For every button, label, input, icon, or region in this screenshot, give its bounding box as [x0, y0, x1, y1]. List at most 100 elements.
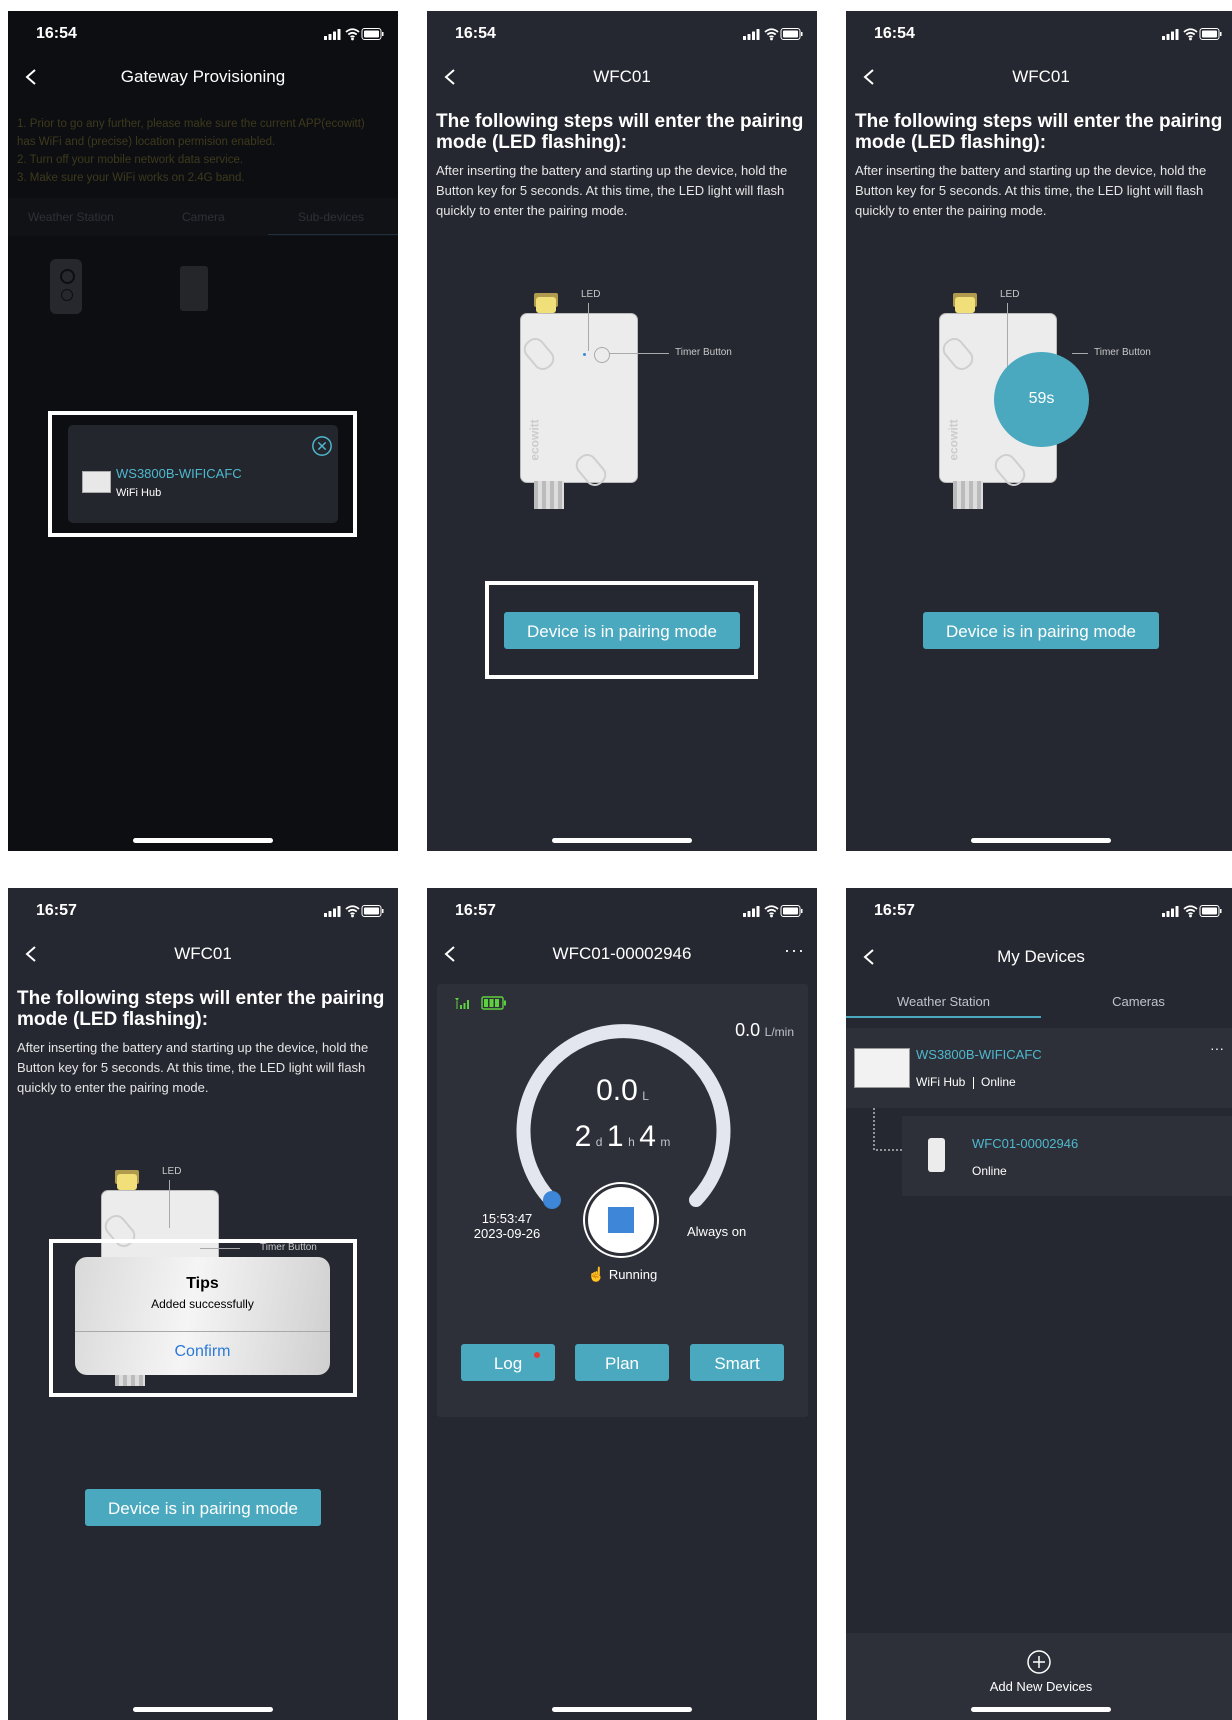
- status-bar: 16:54: [846, 11, 1232, 55]
- home-indicator: [971, 838, 1111, 843]
- led-leader-line: [588, 303, 589, 351]
- page-title: Gateway Provisioning: [120, 67, 286, 86]
- page-title: My Devices: [997, 947, 1085, 966]
- nav-bar: My Devices: [846, 932, 1232, 976]
- device-brand-text: ecowitt: [946, 419, 961, 461]
- provisioning-tips: 1. Prior to go any further, please make …: [17, 115, 390, 187]
- found-device-popup[interactable]: WS3800B-WIFICAFC WiFi Hub: [68, 425, 338, 523]
- status-time: 16:57: [455, 902, 496, 919]
- nav-bar: WFC01: [846, 55, 1232, 99]
- device-category-tabs: Weather Station Camera Sub-devices: [8, 198, 398, 236]
- status-text: Running: [608, 1267, 658, 1282]
- tip-line: has WiFi and (precise) location permisio…: [17, 136, 276, 148]
- plan-button[interactable]: Plan: [575, 1344, 669, 1381]
- timer-leader-line: [609, 353, 669, 354]
- home-indicator: [971, 1707, 1111, 1712]
- hub-device-row[interactable]: WS3800B-WIFICAFC WiFi Hub Online ···: [846, 1028, 1232, 1108]
- screen-wfc01-countdown: 16:54 WFC01 The following steps will ent…: [846, 11, 1232, 851]
- status-icons: [1162, 28, 1222, 41]
- status-time: 16:54: [874, 25, 915, 42]
- tab-sub-devices[interactable]: Sub-devices: [298, 210, 364, 224]
- hub-thumbnail: [854, 1048, 910, 1088]
- device-thumb-valve[interactable]: [180, 266, 208, 311]
- pairing-mode-button[interactable]: Device is in pairing mode: [85, 1489, 321, 1526]
- dialog-divider: [75, 1331, 330, 1332]
- confirm-button[interactable]: Confirm: [75, 1343, 330, 1361]
- led-label: LED: [1000, 289, 1020, 300]
- led-leader-line: [1007, 303, 1008, 373]
- sub-device-thumbnail: [928, 1138, 945, 1172]
- duration-days-unit: d: [595, 1135, 603, 1149]
- meta-divider: [972, 1076, 974, 1089]
- status-bar: 16:54: [427, 11, 817, 55]
- duration-minutes-unit: m: [660, 1135, 671, 1149]
- screen-wfc01-pairing: 16:54 WFC01 The following steps will ent…: [427, 11, 817, 851]
- page-title: WFC01-00002946: [552, 944, 692, 963]
- duration-minutes: 4: [639, 1120, 656, 1153]
- more-menu-button[interactable]: ···: [784, 940, 805, 961]
- status-icons: [1162, 905, 1222, 918]
- status-bar: 16:57: [427, 888, 817, 932]
- duration-hours: 1: [606, 1120, 624, 1153]
- home-indicator: [133, 1707, 273, 1712]
- page-title: WFC01: [593, 67, 651, 86]
- log-button[interactable]: Log: [461, 1344, 555, 1381]
- popup-device-type: WiFi Hub: [116, 487, 162, 499]
- pairing-heading: The following steps will enter the pairi…: [17, 988, 385, 1030]
- status-bar: 16:57: [8, 888, 398, 932]
- tab-camera[interactable]: Camera: [182, 210, 225, 224]
- status-time: 16:54: [455, 25, 496, 42]
- tips-dialog: Tips Added successfully Confirm: [75, 1257, 330, 1375]
- tab-weather-station[interactable]: Weather Station: [846, 994, 1041, 1009]
- pairing-mode-button[interactable]: Device is in pairing mode: [923, 612, 1159, 649]
- pairing-heading: The following steps will enter the pairi…: [436, 111, 804, 153]
- volume-value: 0.0: [596, 1074, 638, 1107]
- device-brand-text: ecowitt: [527, 419, 542, 461]
- pairing-mode-button[interactable]: Device is in pairing mode: [504, 612, 740, 649]
- home-indicator: [133, 838, 273, 843]
- timer-button-label: Timer Button: [1094, 347, 1151, 358]
- home-indicator: [552, 838, 692, 843]
- device-thumbnail: [82, 471, 111, 493]
- pairing-instructions: After inserting the battery and starting…: [855, 163, 1207, 218]
- status-bar: 16:57: [846, 888, 1232, 932]
- tip-line: 1. Prior to go any further, please make …: [17, 118, 365, 130]
- back-chevron-icon[interactable]: [860, 947, 880, 967]
- hub-more-button[interactable]: ···: [1210, 1040, 1224, 1056]
- tab-cameras[interactable]: Cameras: [1041, 994, 1232, 1009]
- hub-status: Online: [981, 1075, 1016, 1089]
- led-label: LED: [162, 1166, 182, 1177]
- back-chevron-icon[interactable]: [441, 944, 461, 964]
- gauge-knob: [543, 1191, 561, 1209]
- valve-device-illustration: ecowitt: [519, 293, 645, 533]
- tip-line: 2. Turn off your mobile network data ser…: [17, 154, 244, 166]
- stop-button[interactable]: [585, 1184, 657, 1256]
- led-dot: [583, 353, 586, 356]
- popup-device-name: WS3800B-WIFICAFC: [116, 466, 242, 481]
- screen-gateway-provisioning: 16:54 Gateway Provisioning 1. Prior to g…: [8, 11, 398, 851]
- smart-button[interactable]: Smart: [690, 1344, 784, 1381]
- nav-bar: WFC01: [8, 932, 398, 976]
- screen-wfc01-added: 16:57 WFC01 The following steps will ent…: [8, 888, 398, 1720]
- back-chevron-icon[interactable]: [860, 67, 880, 87]
- back-chevron-icon[interactable]: [22, 944, 42, 964]
- dialog-message: Added successfully: [151, 1297, 254, 1311]
- add-circle-icon: [1027, 1650, 1051, 1674]
- status-bar: 16:54: [8, 11, 398, 55]
- tab-weather-station[interactable]: Weather Station: [28, 210, 114, 224]
- back-chevron-icon[interactable]: [22, 67, 42, 87]
- close-circle-icon[interactable]: [311, 435, 333, 457]
- back-chevron-icon[interactable]: [441, 67, 461, 87]
- dialog-title: Tips: [186, 1275, 219, 1292]
- status-icons: [324, 905, 384, 918]
- log-button-label: Log: [493, 1354, 523, 1373]
- hub-name: WS3800B-WIFICAFC: [916, 1047, 1042, 1062]
- tip-line: 3. Make sure your WiFi works on 2.4G ban…: [17, 172, 245, 184]
- status-icons: [743, 905, 803, 918]
- sub-device-row[interactable]: WFC01-00002946 Online: [902, 1116, 1232, 1196]
- page-title: WFC01: [1012, 67, 1070, 86]
- pairing-instructions: After inserting the battery and starting…: [436, 163, 788, 218]
- run-duration: 2 d 1 h 4 m: [437, 1120, 808, 1154]
- device-thumb-sensor[interactable]: [50, 259, 82, 314]
- tab-active-underline: [846, 1016, 1041, 1018]
